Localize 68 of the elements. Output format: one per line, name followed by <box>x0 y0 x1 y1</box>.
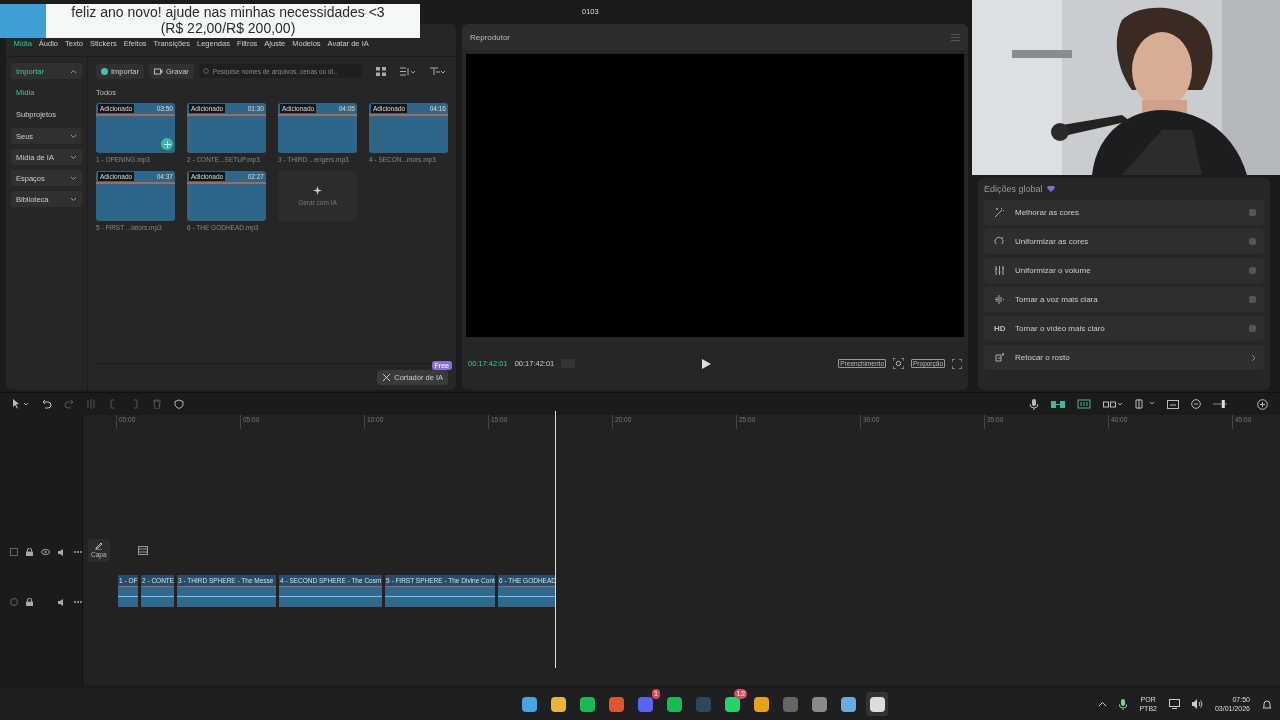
link-icon[interactable] <box>1051 399 1065 409</box>
edit-option[interactable]: HD Tornar o vídeo mais claro <box>984 316 1264 341</box>
pencil-icon <box>95 542 103 550</box>
grid-view-icon[interactable] <box>375 66 386 76</box>
eye-icon[interactable] <box>41 549 50 555</box>
lock-icon[interactable] <box>26 548 33 556</box>
chain-icon[interactable] <box>1103 399 1123 409</box>
magnet-icon[interactable] <box>1077 399 1091 409</box>
chevron-icon <box>70 68 77 74</box>
microphone-icon[interactable] <box>1119 698 1128 710</box>
filter-icon[interactable] <box>429 66 446 76</box>
undo-icon[interactable] <box>42 399 52 409</box>
toggle[interactable] <box>1249 238 1256 245</box>
edit-option[interactable]: Uniformizar as cores <box>984 229 1264 254</box>
toggle[interactable] <box>1249 209 1256 216</box>
tool-icon <box>994 207 1005 218</box>
edit-option[interactable]: Melhorar as cores <box>984 200 1264 225</box>
edit-option[interactable]: Retocar o rosto <box>984 345 1264 370</box>
hd-label: HD <box>994 324 1005 333</box>
chevron-icon <box>70 175 77 181</box>
captions-icon[interactable] <box>1167 399 1179 409</box>
film-icon <box>137 545 148 555</box>
sparkle-icon <box>313 186 322 195</box>
scissors-icon <box>382 372 392 382</box>
fullscreen-icon[interactable] <box>952 358 962 369</box>
chevron-icon <box>1251 353 1256 362</box>
notification-badge: 1 <box>651 689 661 699</box>
tool-icon <box>994 236 1005 247</box>
track-type-icon <box>10 548 18 556</box>
tool-icon <box>994 352 1005 363</box>
panel-title: Edições global <box>984 184 1043 194</box>
gem-icon <box>1046 186 1055 192</box>
fit-icon[interactable] <box>893 358 904 369</box>
preview-axis-icon[interactable] <box>1135 399 1155 409</box>
microphone-icon[interactable] <box>1029 398 1039 410</box>
zoom-out-icon[interactable] <box>1191 399 1201 409</box>
tool-icon <box>994 294 1005 305</box>
audio-track-icon <box>10 598 18 606</box>
select-tool-icon[interactable] <box>12 399 30 409</box>
notification-badge: 12 <box>734 689 748 699</box>
toggle[interactable] <box>1249 267 1256 274</box>
edit-option[interactable]: Tornar a voz mais clara <box>984 287 1264 312</box>
toggle[interactable] <box>1249 296 1256 303</box>
edit-option[interactable]: Uniformizar o volume <box>984 258 1264 283</box>
lock-icon[interactable] <box>26 598 33 606</box>
banner-text: (R$ 22,00/R$ 200,00) <box>160 20 296 36</box>
speaker-icon[interactable] <box>58 598 66 606</box>
tool-icon <box>994 265 1005 276</box>
bell-icon[interactable] <box>1262 698 1272 710</box>
shield-icon[interactable] <box>174 399 184 409</box>
banner-text: feliz ano novo! ajude nas minhas necessidades <3 <box>71 4 385 20</box>
toggle[interactable] <box>1249 325 1256 332</box>
add-button[interactable] <box>161 138 173 150</box>
speaker-icon[interactable] <box>58 548 66 556</box>
sort-icon[interactable] <box>399 66 416 76</box>
volume-icon[interactable] <box>1191 699 1203 709</box>
panel-title: Reprodutor <box>470 32 511 42</box>
banner-accent <box>0 4 46 38</box>
play-icon[interactable] <box>702 358 712 369</box>
chevron-icon <box>70 196 77 202</box>
search-icon <box>202 67 210 75</box>
chevron-icon <box>70 133 77 139</box>
chevron-icon[interactable] <box>1098 701 1108 707</box>
chevron-icon <box>70 154 77 160</box>
zoom-in-icon[interactable] <box>1257 398 1268 410</box>
taskbar-app-icon[interactable] <box>866 692 889 716</box>
camera-icon <box>153 67 163 75</box>
zoom-slider-thumb[interactable] <box>1221 400 1225 408</box>
